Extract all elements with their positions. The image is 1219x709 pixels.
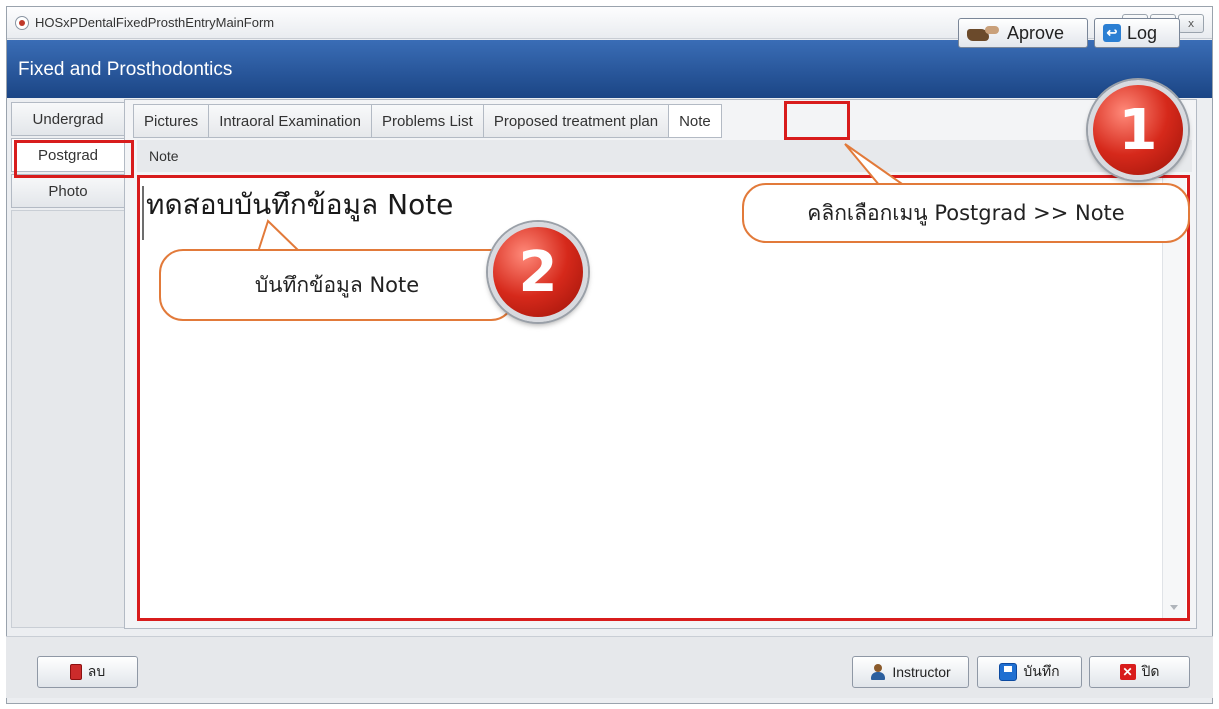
close-button[interactable]: ✕ ปิด <box>1089 656 1190 688</box>
callout-2-pointer <box>256 219 303 253</box>
instructor-label: Instructor <box>892 664 951 680</box>
save-icon <box>999 663 1018 681</box>
save-label: บันทึก <box>1023 663 1060 679</box>
callout-1-pointer <box>844 143 909 187</box>
save-button[interactable]: บันทึก <box>977 656 1082 688</box>
callout-step-1: คลิกเลือกเมนู Postgrad >> Note <box>742 183 1190 243</box>
close-icon: ✕ <box>1119 664 1136 680</box>
callout-step-2: บันทึกข้อมูล Note <box>159 249 515 321</box>
trash-icon <box>69 664 82 680</box>
step-2-badge: 2 <box>488 222 588 322</box>
step-1-badge: 1 <box>1088 80 1188 180</box>
footer-bar: ลบ Instructor บันทึก ✕ ปิด <box>6 636 1213 698</box>
delete-label: ลบ <box>87 663 106 679</box>
close-label: ปิด <box>1141 663 1160 679</box>
callout-pointers <box>256 143 909 253</box>
person-icon <box>870 664 886 680</box>
delete-button[interactable]: ลบ <box>37 656 138 688</box>
instructor-button[interactable]: Instructor <box>852 656 969 688</box>
